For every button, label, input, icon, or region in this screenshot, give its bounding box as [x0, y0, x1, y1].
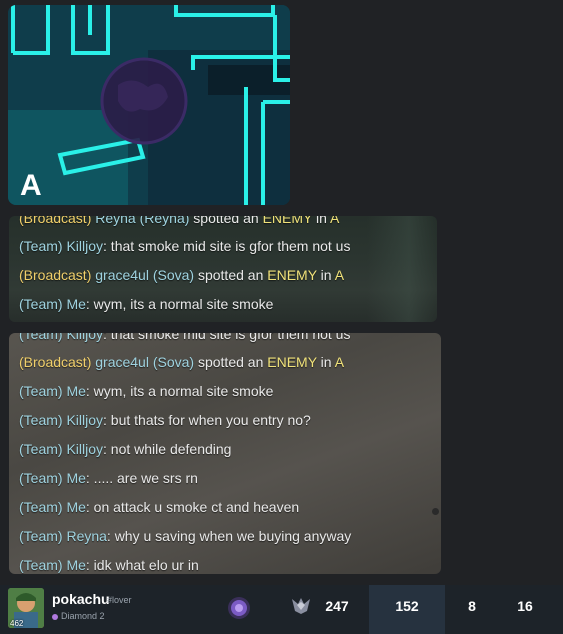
chat-line: (Broadcast) Reyna (Reyna) spotted an ENE… [19, 216, 339, 226]
chat-text: : idk what elo ur in [85, 557, 199, 573]
site-label: A [20, 169, 42, 202]
chat-channel: (Broadcast) [19, 216, 92, 226]
minimap: A [8, 5, 290, 205]
account-level: 462 [10, 619, 24, 628]
site-highlight: A [330, 216, 340, 226]
chat-channel: (Team) [19, 499, 63, 515]
player-rank-label: Diamond 2 [61, 611, 105, 621]
rank-badge-icon [290, 596, 312, 620]
chat-sender: Me [66, 383, 86, 399]
chat-text: : wym, its a normal site smoke [85, 383, 274, 399]
diamond-icon [52, 613, 58, 620]
kills-count: 152 [369, 585, 445, 634]
chat-sender: Killjoy [66, 333, 104, 342]
chat-text: : on attack u smoke ct and heaven [85, 499, 300, 515]
chat-sender: grace4ul (Sova) [95, 354, 195, 370]
chat-line: (Team) Me: ..... are we srs rn [19, 470, 198, 486]
chat-panel-main[interactable]: (Team) Killjoy: that smoke mid site is g… [9, 333, 441, 574]
scroll-indicator[interactable] [432, 508, 439, 515]
chat-channel: (Team) [19, 383, 63, 399]
chat-text: spotted an [194, 354, 268, 370]
chat-channel: (Team) [19, 333, 63, 342]
enemy-highlight: ENEMY [267, 354, 317, 370]
scoreboard-row: 462 pokachu #lover Diamond 2 247 152 8 1… [0, 585, 563, 634]
enemy-highlight: ENEMY [267, 267, 317, 283]
chat-sender: Reyna (Reyna) [95, 216, 190, 226]
chat-sender: Killjoy [66, 441, 104, 457]
chat-sender: Killjoy [66, 238, 104, 254]
chat-sender: Reyna [66, 528, 107, 544]
chat-text: in [316, 267, 335, 283]
chat-line: (Team) Killjoy: but thats for when you e… [19, 412, 311, 428]
chat-channel: (Broadcast) [19, 267, 92, 283]
chat-channel: (Team) [19, 441, 63, 457]
chat-channel: (Broadcast) [19, 354, 92, 370]
chat-line: (Team) Me: wym, its a normal site smoke [19, 383, 273, 399]
chat-text: : that smoke mid site is gfor them not u… [103, 333, 351, 342]
chat-sender: Me [66, 499, 86, 515]
minimap-layout [8, 5, 290, 205]
deaths-count: 8 [468, 598, 476, 614]
assists-count: 16 [517, 598, 533, 614]
site-highlight: A [334, 267, 345, 283]
chat-line: (Team) Me: idk what elo ur in [19, 557, 199, 573]
chat-line: (Team) Reyna: why u saving when we buyin… [19, 528, 351, 544]
chat-line: (Broadcast) grace4ul (Sova) spotted an E… [19, 267, 344, 283]
chat-line: (Team) Me: wym, its a normal site smoke [19, 296, 273, 312]
combat-score: 247 [325, 598, 349, 614]
chat-channel: (Team) [19, 528, 63, 544]
chat-text: spotted an [194, 267, 268, 283]
chat-channel: (Team) [19, 557, 63, 573]
chat-sender: Me [66, 557, 86, 573]
player-card-avatar: 462 [8, 588, 44, 628]
chat-sender: Me [66, 470, 86, 486]
chat-line: (Broadcast) grace4ul (Sova) spotted an E… [19, 354, 344, 370]
chat-text: : why u saving when we buying anyway [106, 528, 352, 544]
agent-portrait-icon [227, 596, 251, 624]
chat-line: (Team) Me: on attack u smoke ct and heav… [19, 499, 299, 515]
chat-text: in [316, 354, 335, 370]
chat-panel-top: (Broadcast) Reyna (Reyna) spotted an ENE… [9, 216, 437, 322]
chat-sender: Killjoy [66, 412, 104, 428]
player-name[interactable]: pokachu [52, 591, 110, 607]
player-tag: #lover [107, 595, 132, 605]
chat-text: : ..... are we srs rn [85, 470, 198, 486]
chat-sender: Me [66, 296, 86, 312]
chat-channel: (Team) [19, 470, 63, 486]
chat-channel: (Team) [19, 412, 63, 428]
chat-sender: grace4ul (Sova) [95, 267, 195, 283]
chat-text: spotted an [189, 216, 263, 226]
chat-text: : that smoke mid site is gfor them not u… [103, 238, 351, 254]
enemy-highlight: ENEMY [262, 216, 313, 226]
chat-channel: (Team) [19, 238, 63, 254]
chat-text: : not while defending [103, 441, 232, 457]
site-highlight: A [334, 354, 345, 370]
chat-text: in [312, 216, 331, 226]
chat-text: : wym, its a normal site smoke [85, 296, 274, 312]
chat-channel: (Team) [19, 296, 63, 312]
chat-line: (Team) Killjoy: not while defending [19, 441, 231, 457]
chat-line: (Team) Killjoy: that smoke mid site is g… [19, 238, 350, 254]
chat-text: : but thats for when you entry no? [103, 412, 311, 428]
player-rank: Diamond 2 [52, 611, 105, 621]
chat-line: (Team) Killjoy: that smoke mid site is g… [19, 333, 350, 342]
